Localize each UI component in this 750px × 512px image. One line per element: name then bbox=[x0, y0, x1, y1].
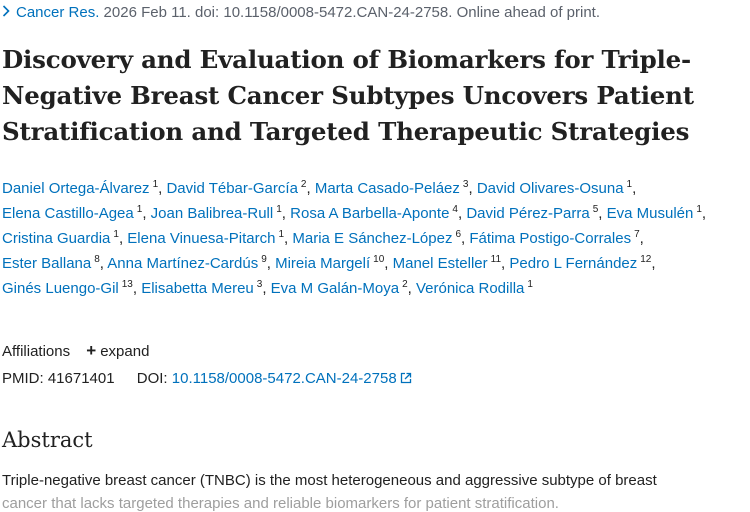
citation-line: Cancer Res. 2026 Feb 11. doi: 10.1158/00… bbox=[2, 4, 600, 21]
abstract-heading: Abstract bbox=[2, 428, 93, 452]
author-name-link[interactable]: Manel Esteller bbox=[393, 255, 488, 272]
author-item: Verónica Rodilla 1 bbox=[416, 279, 533, 298]
affiliations-row: Affiliations + expand bbox=[2, 341, 149, 361]
author-item: Anna Martínez-Cardús 9 bbox=[107, 255, 266, 273]
author-name-link[interactable]: Elisabetta Mereu bbox=[141, 280, 254, 297]
abstract-text: Triple-negative breast cancer (TNBC) is … bbox=[2, 472, 657, 489]
author-name-link[interactable]: Ester Ballana bbox=[2, 255, 91, 272]
author-item: Ginés Luengo-Gil 13 bbox=[2, 279, 133, 298]
author-affiliation-number[interactable]: 10 bbox=[373, 254, 384, 265]
pmid-label: PMID: bbox=[2, 370, 44, 387]
author-name-link[interactable]: Rosa A Barbella-Aponte bbox=[290, 205, 449, 222]
author-item: Fátima Postigo-Corrales 7 bbox=[469, 230, 639, 248]
doi-link[interactable]: 10.1158/0008-5472.CAN-24-2758 bbox=[172, 370, 397, 387]
article-title: Discovery and Evaluation of Biomarkers f… bbox=[2, 45, 694, 146]
citation-details: 2026 Feb 11. doi: 10.1158/0008-5472.CAN-… bbox=[99, 4, 601, 21]
author-name-link[interactable]: Joan Balibrea-Rull bbox=[151, 205, 274, 222]
author-item: Manel Esteller 11 bbox=[393, 254, 501, 273]
author-affiliation-number[interactable]: 11 bbox=[491, 254, 501, 265]
author-name-link[interactable]: David Tébar-García bbox=[166, 180, 297, 197]
identifiers-row: PMID: 41671401 DOI: 10.1158/0008-5472.CA… bbox=[2, 370, 412, 388]
author-name-link[interactable]: Elena Vinuesa-Pitarch bbox=[127, 230, 275, 247]
author-name-link[interactable]: Elena Castillo-Agea bbox=[2, 205, 134, 222]
author-name-link[interactable]: Mireia Margelí bbox=[275, 255, 370, 272]
author-name-link[interactable]: Eva M Galán-Moya bbox=[271, 280, 399, 297]
author-item: Eva M Galán-Moya 2 bbox=[271, 280, 408, 298]
author-item: Elena Castillo-Agea 1 bbox=[2, 205, 142, 223]
author-item: Ester Ballana 8 bbox=[2, 255, 100, 273]
author-name-link[interactable]: Eva Musulén bbox=[607, 205, 694, 222]
author-name-link[interactable]: Anna Martínez-Cardús bbox=[107, 255, 258, 272]
author-item: Daniel Ortega-Álvarez 1 bbox=[2, 180, 158, 198]
author-affiliation-number[interactable]: 12 bbox=[640, 254, 651, 265]
affiliations-label: Affiliations bbox=[2, 343, 71, 360]
expand-button[interactable]: expand bbox=[100, 343, 149, 360]
author-name-link[interactable]: Cristina Guardia bbox=[2, 230, 110, 247]
authors-list: Daniel Ortega-Álvarez 1, David Tébar-Garc… bbox=[2, 179, 707, 298]
pmid-value: 41671401 bbox=[47, 370, 115, 387]
author-name-link[interactable]: Ginés Luengo-Gil bbox=[2, 280, 119, 297]
chevron-right-icon bbox=[2, 4, 10, 21]
author-name-link[interactable]: Fátima Postigo-Corrales bbox=[469, 230, 631, 247]
author-item: Marta Casado-Peláez 3 bbox=[315, 180, 469, 198]
author-item: Joan Balibrea-Rull 1 bbox=[151, 205, 282, 223]
author-item: Maria E Sánchez-López 6 bbox=[292, 230, 461, 248]
author-item: David Pérez-Parra 5 bbox=[466, 205, 598, 223]
author-name-link[interactable]: Pedro L Fernández bbox=[509, 255, 637, 272]
author-item: Eva Musulén 1 bbox=[607, 205, 702, 223]
author-name-link[interactable]: Maria E Sánchez-López bbox=[292, 230, 452, 247]
abstract-text-continued: cancer that lacks targeted therapies and… bbox=[2, 495, 559, 512]
author-item: David Tébar-García 2 bbox=[166, 180, 306, 198]
author-item: Rosa A Barbella-Aponte 4 bbox=[290, 205, 458, 223]
author-affiliation-number[interactable]: 13 bbox=[122, 279, 133, 290]
author-name-link[interactable]: Daniel Ortega-Álvarez bbox=[2, 180, 150, 197]
author-item: Elisabetta Mereu 3 bbox=[141, 280, 262, 298]
author-name-link[interactable]: Marta Casado-Peláez bbox=[315, 180, 460, 197]
author-item: Pedro L Fernández 12 bbox=[509, 254, 651, 273]
author-affiliation-number[interactable]: 1 bbox=[527, 279, 533, 290]
author-item: Mireia Margelí 10 bbox=[275, 254, 384, 273]
author-item: Elena Vinuesa-Pitarch 1 bbox=[127, 230, 284, 248]
journal-link[interactable]: Cancer Res. bbox=[16, 4, 99, 21]
plus-icon[interactable]: + bbox=[86, 341, 96, 361]
author-name-link[interactable]: Verónica Rodilla bbox=[416, 280, 524, 297]
author-name-link[interactable]: David Pérez-Parra bbox=[466, 205, 589, 222]
author-name-link[interactable]: David Olivares-Osuna bbox=[477, 180, 624, 197]
doi-label: DOI: bbox=[136, 370, 168, 387]
author-item: Cristina Guardia 1 bbox=[2, 230, 119, 248]
external-link-icon[interactable] bbox=[400, 371, 412, 388]
author-item: David Olivares-Osuna 1 bbox=[477, 180, 632, 198]
